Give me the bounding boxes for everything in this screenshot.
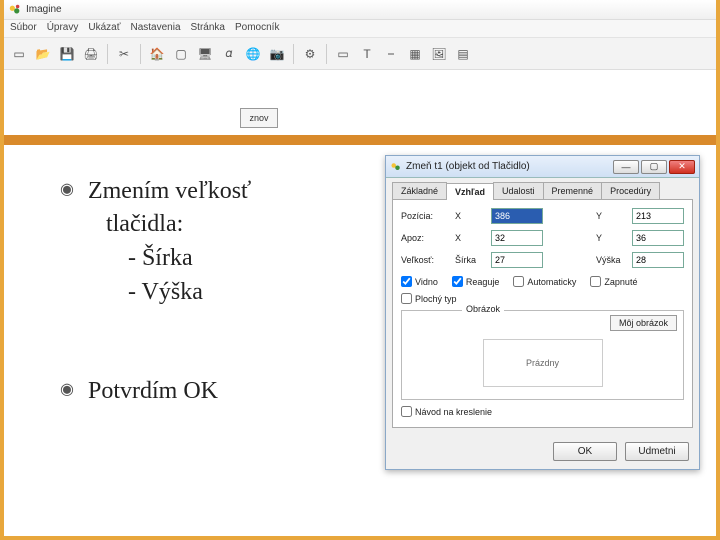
minimize-button[interactable]: — [613, 160, 639, 174]
menubar: Súbor Úpravy Ukázať Nastavenia Stránka P… [4, 20, 716, 38]
menu-item[interactable]: Nastavenia [130, 22, 180, 35]
height-field[interactable] [632, 252, 684, 268]
label-y: Y [596, 233, 626, 243]
app-window: Imagine Súbor Úpravy Ukázať Nastavenia S… [4, 0, 716, 110]
label-width: Šírka [455, 255, 485, 265]
chk-label: Vidno [415, 277, 438, 287]
app-logo-icon [8, 3, 22, 17]
bullet-icon: ◉ [60, 375, 74, 405]
add-image-icon[interactable]: 🖼 [428, 43, 450, 65]
tabstrip: Základné Vzhľad Udalosti Premenné Proced… [386, 178, 699, 199]
chk-pinned[interactable]: Zapnuté [590, 276, 637, 287]
label-x: X [455, 211, 485, 221]
accent-bar [4, 135, 716, 145]
chk-label: Automaticky [527, 277, 576, 287]
tab-basic[interactable]: Základné [392, 182, 447, 199]
label-position: Pozícia: [401, 211, 449, 221]
row-position: Pozícia: X Y [401, 208, 684, 224]
chk-draw-hint[interactable]: Návod na kreslenie [401, 406, 492, 417]
my-image-button[interactable]: Môj obrázok [610, 315, 677, 331]
bullet-icon: ◉ [60, 175, 74, 205]
row-apos: Apoz: X Y [401, 230, 684, 246]
toolbar: ▭ 📂 💾 🖨 ✂ 🏠 ▢ 🖥 𝛼 🌐 📷 ⚙ ▭ T ⎯ ▦ 🖼 ▤ [4, 38, 716, 70]
apos-y-field[interactable] [632, 230, 684, 246]
toolbar-separator [107, 44, 108, 64]
app-titlebar: Imagine [4, 0, 716, 20]
app-title: Imagine [26, 4, 62, 15]
bullet-item: ◉ Zmením veľkosť tlačidla: - Šírka - Výš… [60, 175, 380, 309]
label-height: Výška [596, 255, 626, 265]
label-y: Y [596, 211, 626, 221]
window-icon[interactable]: ▢ [170, 43, 192, 65]
bullet-item: ◉ Potvrdím OK [60, 375, 380, 407]
bullet-text: Zmením veľkosť [88, 175, 251, 207]
chk-label: Zapnuté [604, 277, 637, 287]
group-legend: Obrázok [462, 304, 504, 314]
tab-pane-appearance: Pozícia: X Y Apoz: X Y Veľkosť: Šírka Vý… [392, 199, 693, 428]
add-panel-icon[interactable]: ▦ [404, 43, 426, 65]
pos-x-field[interactable] [491, 208, 543, 224]
chk-label: Návod na kreslenie [415, 407, 492, 417]
ok-button[interactable]: OK [553, 442, 617, 461]
tab-appearance[interactable]: Vzhľad [446, 183, 494, 200]
menu-item[interactable]: Stránka [191, 22, 225, 35]
window-controls: — ▢ ✕ [613, 160, 695, 174]
chk-reacts[interactable]: Reaguje [452, 276, 500, 287]
close-button[interactable]: ✕ [669, 160, 695, 174]
maximize-button[interactable]: ▢ [641, 160, 667, 174]
label-apos: Apoz: [401, 233, 449, 243]
camera-icon[interactable]: 📷 [266, 43, 288, 65]
save-icon[interactable]: 💾 [56, 43, 78, 65]
checkbox-row: Vidno Reaguje Automaticky Zapnuté [401, 276, 684, 287]
open-icon[interactable]: 📂 [32, 43, 54, 65]
chk-label: Reaguje [466, 277, 500, 287]
tab-events[interactable]: Udalosti [493, 182, 544, 199]
print-icon[interactable]: 🖨 [80, 43, 102, 65]
label-size: Veľkosť: [401, 255, 449, 265]
menu-item[interactable]: Ukázať [88, 22, 120, 35]
image-preview: Prázdny [483, 339, 603, 387]
gear-icon[interactable]: ⚙ [299, 43, 321, 65]
cut-icon[interactable]: ✂ [113, 43, 135, 65]
bullet-text: tlačidla: [88, 207, 251, 241]
screen-icon[interactable]: 🖥 [194, 43, 216, 65]
menu-item[interactable]: Úpravy [47, 22, 79, 35]
dialog-title: Zmeň t1 (objekt od Tlačidlo) [406, 161, 530, 172]
add-page-icon[interactable]: ▤ [452, 43, 474, 65]
znov-button[interactable]: znov [240, 108, 278, 128]
chk-flat[interactable]: Plochý typ [401, 293, 457, 304]
label-x: X [455, 233, 485, 243]
globe-icon[interactable]: 🌐 [242, 43, 264, 65]
width-field[interactable] [491, 252, 543, 268]
chk-label: Plochý typ [415, 294, 457, 304]
bullet-subitem: - Výška [88, 275, 251, 309]
dialog-logo-icon [390, 161, 402, 173]
toolbar-separator [326, 44, 327, 64]
add-text-icon[interactable]: T [356, 43, 378, 65]
apos-x-field[interactable] [491, 230, 543, 246]
chk-visible[interactable]: Vidno [401, 276, 438, 287]
chk-auto[interactable]: Automaticky [513, 276, 576, 287]
tab-variables[interactable]: Premenné [543, 182, 603, 199]
menu-item[interactable]: Pomocník [235, 22, 279, 35]
tab-procedures[interactable]: Procedúry [601, 182, 660, 199]
menu-item[interactable]: Súbor [10, 22, 37, 35]
dialog-footer: OK Udmetni [386, 434, 699, 469]
bullet-text: Potvrdím OK [88, 375, 218, 407]
image-group: Obrázok Môj obrázok Prázdny [401, 310, 684, 400]
add-slider-icon[interactable]: ⎯ [380, 43, 402, 65]
home-icon[interactable]: 🏠 [146, 43, 168, 65]
properties-dialog: Zmeň t1 (objekt od Tlačidlo) — ▢ ✕ Zákla… [385, 155, 700, 470]
cancel-button[interactable]: Udmetni [625, 442, 689, 461]
toolbar-separator [140, 44, 141, 64]
row-size: Veľkosť: Šírka Výška [401, 252, 684, 268]
slide-content: ◉ Zmením veľkosť tlačidla: - Šírka - Výš… [60, 175, 380, 433]
add-button-icon[interactable]: ▭ [332, 43, 354, 65]
toolbar-separator [293, 44, 294, 64]
bullet-subitem: - Šírka [88, 241, 251, 275]
turtle-icon[interactable]: 𝛼 [218, 43, 240, 65]
dialog-titlebar: Zmeň t1 (objekt od Tlačidlo) — ▢ ✕ [386, 156, 699, 178]
pos-y-field[interactable] [632, 208, 684, 224]
new-icon[interactable]: ▭ [8, 43, 30, 65]
